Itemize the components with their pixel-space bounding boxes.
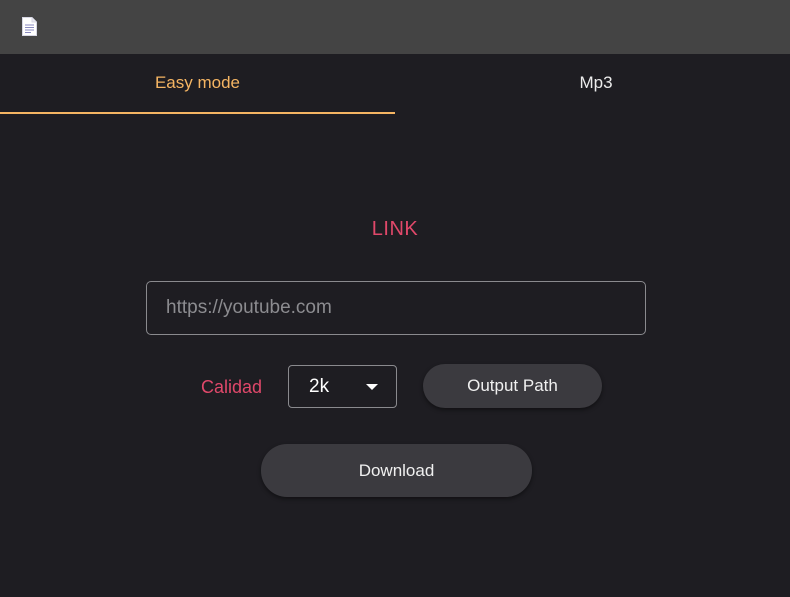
tab-mp3-label: Mp3 xyxy=(579,72,613,92)
quality-label: Calidad xyxy=(201,377,263,397)
download-button-label: Download xyxy=(358,460,435,480)
quality-selected-value: 2k xyxy=(309,376,330,397)
output-path-button[interactable]: Output Path xyxy=(423,364,602,408)
caret-down-icon xyxy=(366,384,378,390)
tab-easy-mode-label: Easy mode xyxy=(154,72,241,92)
link-label: LINK xyxy=(371,218,419,240)
quality-dropdown[interactable]: 2k xyxy=(288,365,397,408)
output-path-button-label: Output Path xyxy=(467,376,558,395)
tab-mp3[interactable]: Mp3 xyxy=(395,54,790,114)
tab-easy-mode[interactable]: Easy mode xyxy=(0,54,395,114)
active-tab-indicator xyxy=(0,112,395,114)
url-input[interactable] xyxy=(146,281,646,335)
download-button[interactable]: Download xyxy=(261,444,532,497)
document-icon xyxy=(22,17,37,36)
title-bar xyxy=(0,0,790,54)
tab-bar: Easy mode Mp3 xyxy=(0,54,790,114)
